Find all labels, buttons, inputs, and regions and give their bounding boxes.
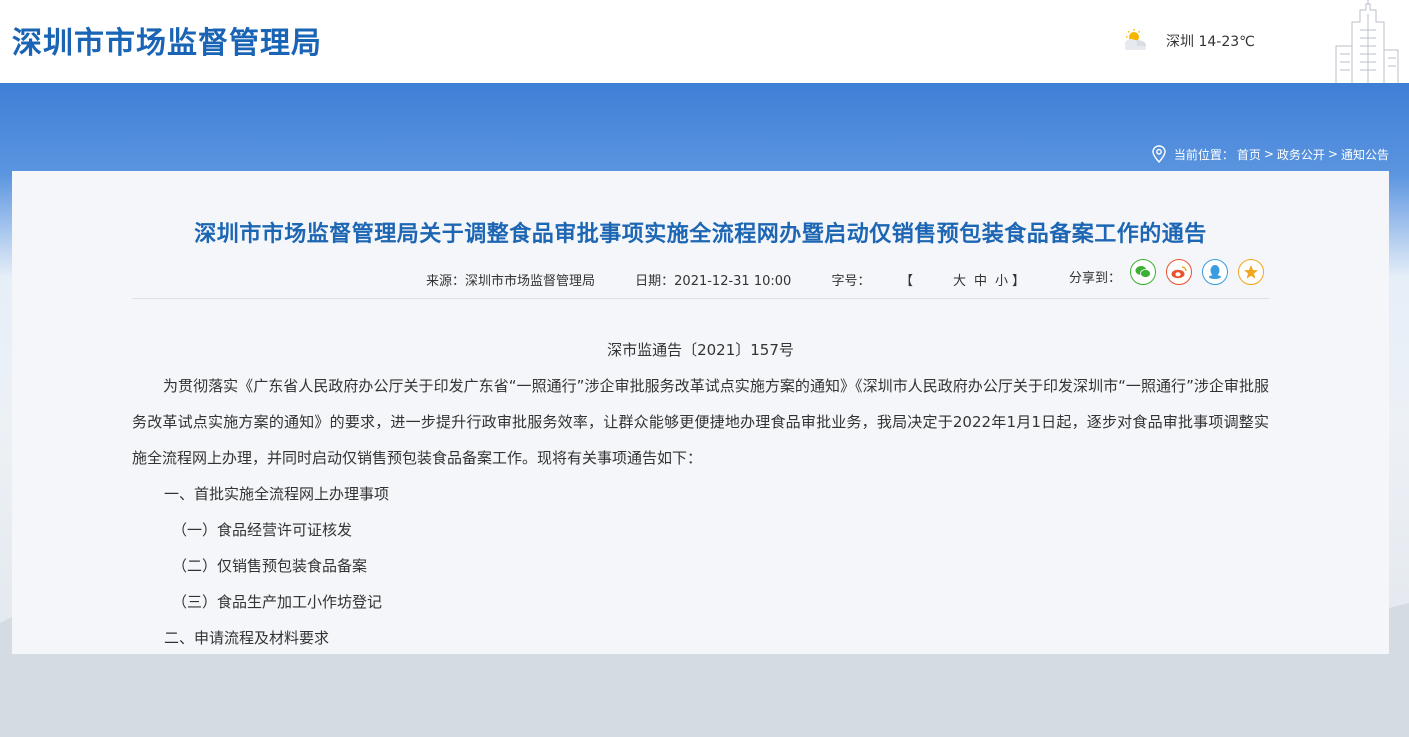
wechat-icon[interactable] (1130, 259, 1156, 285)
font-size-large[interactable]: 大 (953, 274, 966, 289)
location-pin-icon (1152, 145, 1166, 163)
partly-cloudy-icon (1125, 29, 1146, 50)
site-logo[interactable]: 深圳市市场监督管理局 (12, 18, 322, 62)
section-heading-2: 二、申请流程及材料要求 (164, 629, 330, 647)
section-heading-1: 一、首批实施全流程网上办理事项 (164, 485, 390, 503)
font-size-label: 字号： (831, 274, 871, 289)
article-container: 深圳市市场监督管理局关于调整食品审批事项实施全流程网办暨启动仅销售预包装食品备案… (12, 171, 1389, 654)
qzone-icon[interactable] (1238, 259, 1264, 285)
font-size-control: 字号： 【 大中小】 (831, 274, 1061, 289)
intro-paragraph: 为贯彻落实《广东省人民政府办公厅关于印发广东省“一照通行”涉企审批服务改革试点实… (132, 377, 1269, 467)
font-bracket-open: 【 (906, 274, 913, 289)
wechat-glyph (1135, 266, 1151, 278)
site-header: 深圳市市场监督管理局 深圳 14-23℃ (0, 0, 1409, 83)
breadcrumb-separator: > (1327, 147, 1338, 161)
star-glyph (1244, 265, 1258, 279)
font-size-small[interactable]: 小 (995, 274, 1008, 289)
qq-icon[interactable] (1202, 259, 1228, 285)
list-item-3: （三）食品生产加工小作坊登记 (172, 593, 383, 611)
weather-text: 深圳 14-23℃ (1166, 34, 1255, 50)
list-item-1: （一）食品经营许可证核发 (172, 521, 353, 539)
meta-divider (132, 298, 1269, 299)
article-meta: 来源：深圳市市场监督管理局 日期：2021-12-31 10:00 字号： 【 大中… (426, 270, 1061, 289)
font-bracket-close: 】 (1012, 274, 1026, 289)
breadcrumb-home[interactable]: 首页 (1237, 146, 1261, 163)
article-title: 深圳市市场监督管理局关于调整食品审批事项实施全流程网办暨启动仅销售预包装食品备案… (194, 222, 1207, 247)
article-source: 来源：深圳市市场监督管理局 (426, 274, 596, 289)
breadcrumb-label: 当前位置： (1173, 147, 1234, 162)
breadcrumb: 当前位置： 首页 > 政务公开 > 通知公告 (1151, 145, 1389, 163)
list-item-2: （二）仅销售预包装食品备案 (172, 557, 368, 575)
font-size-medium[interactable]: 中 (974, 274, 987, 289)
breadcrumb-separator: > (1263, 147, 1274, 161)
weibo-icon[interactable] (1166, 259, 1192, 285)
breadcrumb-notices[interactable]: 通知公告 (1341, 146, 1389, 163)
weibo-glyph (1171, 266, 1187, 279)
document-number: 深市监通告〔2021〕157号 (607, 341, 794, 359)
article-date: 日期：2021-12-31 10:00 (635, 274, 792, 289)
qq-glyph (1209, 265, 1221, 279)
building-illustration (1335, 0, 1399, 83)
breadcrumb-gov-affairs[interactable]: 政务公开 (1277, 146, 1325, 163)
share-label: 分享到： (1069, 271, 1122, 286)
